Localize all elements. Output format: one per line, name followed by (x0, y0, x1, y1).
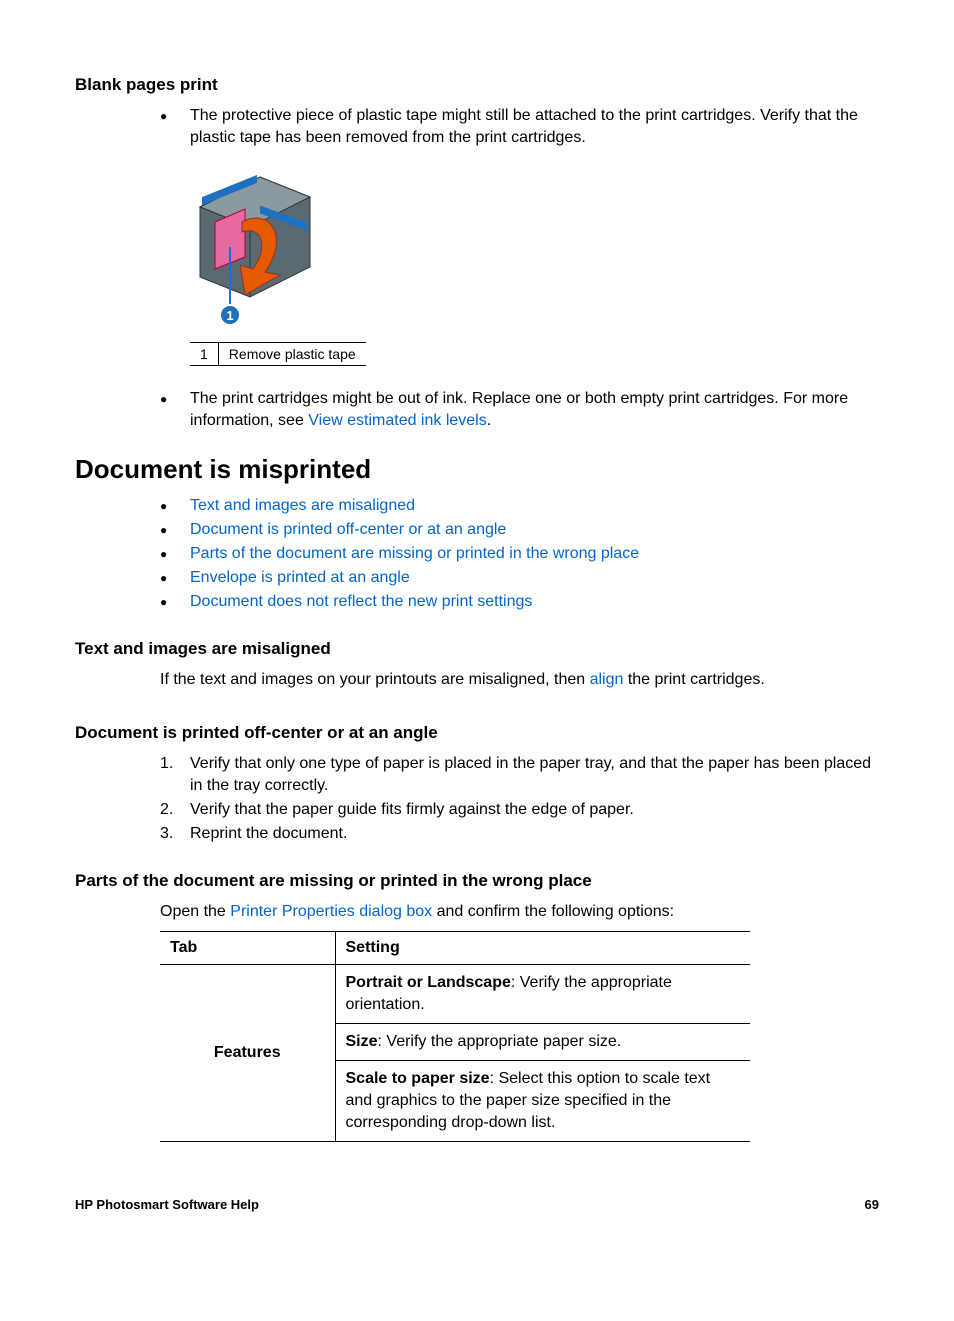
tab-features: Features (160, 965, 335, 1142)
col-setting: Setting (335, 932, 750, 965)
link-off-center[interactable]: ● Document is printed off-center or at a… (160, 519, 879, 541)
settings-table: Tab Setting Features Portrait or Landsca… (160, 931, 750, 1142)
col-tab: Tab (160, 932, 335, 965)
heading-text-images-misaligned: Text and images are misaligned (75, 639, 879, 659)
bullet-mark: ● (160, 388, 190, 432)
link-align[interactable]: align (590, 671, 624, 688)
svg-text:1: 1 (226, 308, 233, 323)
page-footer: HP Photosmart Software Help 69 (75, 1197, 879, 1212)
caption-num: 1 (190, 343, 218, 366)
caption-text: Remove plastic tape (218, 343, 365, 366)
link-ink-levels[interactable]: View estimated ink levels (308, 412, 486, 429)
heading-blank-pages: Blank pages print (75, 75, 879, 95)
footer-left: HP Photosmart Software Help (75, 1197, 259, 1212)
footer-page-number: 69 (865, 1197, 879, 1212)
bullet-plastic-tape: ● The protective piece of plastic tape m… (160, 105, 879, 149)
bullet-text: The print cartridges might be out of ink… (190, 388, 879, 432)
link-parts-missing[interactable]: ● Parts of the document are missing or p… (160, 543, 879, 565)
link-envelope-angle[interactable]: ● Envelope is printed at an angle (160, 567, 879, 589)
link-printer-properties[interactable]: Printer Properties dialog box (230, 903, 432, 920)
heading-parts-missing: Parts of the document are missing or pri… (75, 871, 879, 891)
bullet-mark: ● (160, 105, 190, 149)
bullet-text: The protective piece of plastic tape mig… (190, 105, 879, 149)
paragraph-parts-missing: Open the Printer Properties dialog box a… (75, 901, 879, 923)
setting-orientation: Portrait or Landscape: Verify the approp… (335, 965, 750, 1024)
link-misaligned[interactable]: ● Text and images are misaligned (160, 495, 879, 517)
figure-caption-table: 1 Remove plastic tape (190, 342, 366, 366)
paragraph-misaligned: If the text and images on your printouts… (75, 669, 879, 691)
figure-cartridge-tape: 1 1 Remove plastic tape (75, 167, 879, 366)
setting-size: Size: Verify the appropriate paper size. (335, 1024, 750, 1061)
heading-off-center: Document is printed off-center or at an … (75, 723, 879, 743)
bullet-out-of-ink: ● The print cartridges might be out of i… (160, 388, 879, 432)
heading-misprinted: Document is misprinted (75, 454, 879, 485)
setting-scale: Scale to paper size: Select this option … (335, 1061, 750, 1142)
step-1: 1. Verify that only one type of paper is… (160, 753, 879, 797)
step-2: 2. Verify that the paper guide fits firm… (160, 799, 879, 821)
step-3: 3. Reprint the document. (160, 823, 879, 845)
cartridge-illustration: 1 (190, 167, 879, 332)
link-settings-not-reflected[interactable]: ● Document does not reflect the new prin… (160, 591, 879, 613)
